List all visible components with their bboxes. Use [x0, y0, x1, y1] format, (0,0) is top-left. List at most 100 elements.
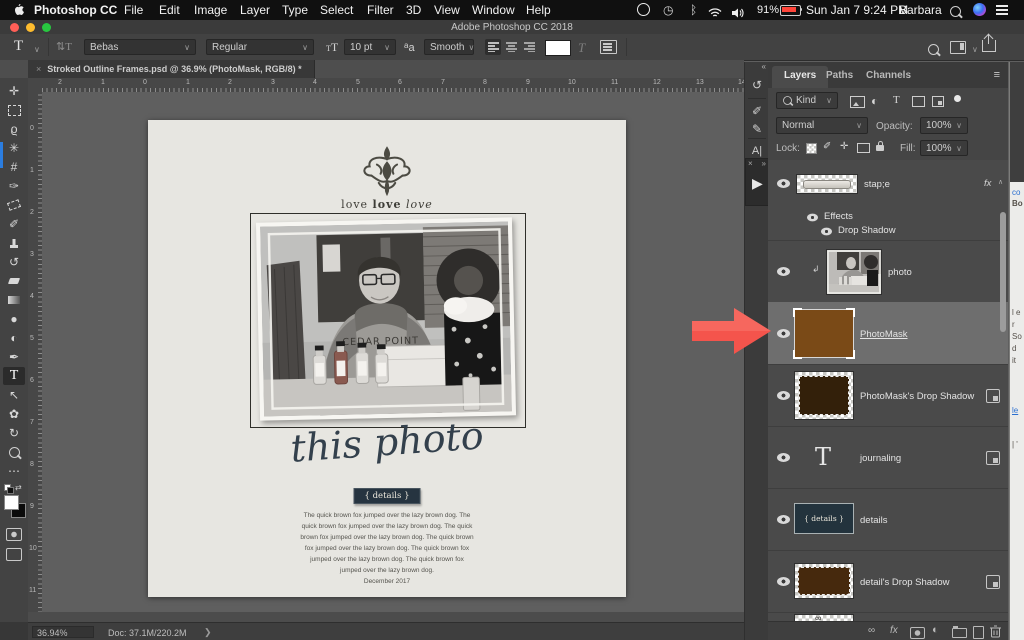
brush-settings-panel-icon[interactable]: ✐	[747, 102, 767, 120]
anti-alias-select[interactable]: Smooth∨	[424, 39, 474, 55]
gradient-tool[interactable]	[3, 291, 25, 309]
type-tool[interactable]: T	[3, 367, 25, 385]
menu-user[interactable]: Barbara	[899, 3, 942, 17]
close-tab-icon[interactable]: ×	[36, 64, 41, 74]
menu-image[interactable]: Image	[194, 3, 227, 17]
visibility-eye-icon[interactable]	[777, 453, 790, 462]
eraser-tool[interactable]	[3, 272, 25, 290]
time-machine-icon[interactable]: ◷	[663, 4, 673, 16]
crop-tool[interactable]: #	[3, 158, 25, 176]
default-colors-icon[interactable]	[4, 484, 12, 492]
path-selection-tool[interactable]: ↖	[3, 386, 25, 404]
layer-name[interactable]: details	[860, 515, 887, 526]
delete-layer-icon[interactable]	[990, 625, 1001, 640]
lock-artboard-icon[interactable]	[857, 143, 870, 153]
fill-select[interactable]: 100%∨	[920, 140, 968, 156]
layer-row-journaling[interactable]: T journaling	[768, 426, 1008, 488]
layer-thumbnail[interactable]	[794, 309, 854, 358]
lock-all-icon[interactable]	[876, 145, 884, 151]
expand-panel-icon[interactable]: »	[762, 159, 766, 168]
zoom-level-field[interactable]: 36.94%	[32, 626, 94, 638]
ruler-corner[interactable]	[28, 78, 43, 93]
lock-transparency-icon[interactable]	[806, 143, 817, 154]
quick-mask-icon[interactable]	[6, 528, 22, 541]
menu-filter[interactable]: Filter	[367, 3, 394, 17]
layer-thumbnail[interactable]	[796, 174, 858, 194]
blur-tool[interactable]: ●	[3, 310, 25, 328]
scrapbook-page[interactable]: love love love	[148, 120, 626, 597]
marquee-tool[interactable]	[3, 101, 25, 119]
screen-mode-icon[interactable]	[6, 548, 22, 561]
menu-view[interactable]: View	[434, 3, 460, 17]
siri-icon[interactable]	[973, 3, 986, 16]
clone-stamp-tool[interactable]	[3, 234, 25, 252]
visibility-eye-icon[interactable]	[777, 267, 790, 276]
panel-menu-icon[interactable]: ≡	[994, 69, 1000, 81]
layer-row-partial[interactable]: ∞	[768, 612, 1008, 621]
drop-shadow-label[interactable]: Drop Shadow	[838, 225, 896, 236]
menu-3d[interactable]: 3D	[406, 3, 421, 17]
layer-style-badge-icon[interactable]	[986, 451, 1000, 465]
adjustment-layer-icon[interactable]: ◐	[932, 624, 939, 636]
type-tool-options-icon[interactable]: T	[14, 38, 23, 55]
menu-file[interactable]: File	[124, 3, 143, 17]
add-mask-icon[interactable]	[910, 627, 925, 639]
share-icon[interactable]	[982, 40, 996, 52]
visibility-eye-icon[interactable]	[777, 391, 790, 400]
fx-indicator[interactable]: fx	[984, 178, 991, 189]
font-style-select[interactable]: Regular∨	[206, 39, 314, 55]
creative-cloud-icon[interactable]	[637, 3, 650, 16]
notification-center-icon[interactable]	[996, 5, 1008, 7]
visibility-eye-icon[interactable]	[777, 329, 790, 338]
text-orientation-icon[interactable]: ⇅T	[56, 40, 72, 53]
blend-mode-select[interactable]: Normal∨	[776, 117, 868, 134]
pen-tool[interactable]: ✒	[3, 348, 25, 366]
opacity-select[interactable]: 100%∨	[920, 117, 968, 134]
type-layer-thumbnail[interactable]: T	[794, 433, 852, 480]
visibility-eye-icon[interactable]	[777, 515, 790, 524]
filter-pixel-layers-icon[interactable]	[850, 96, 865, 108]
tool-presets-panel-icon[interactable]: ✎	[747, 120, 767, 138]
healing-brush-tool[interactable]	[3, 196, 25, 214]
tab-layers[interactable]: Layers	[772, 66, 828, 88]
align-left-button[interactable]	[485, 39, 501, 55]
workspace-switcher-icon[interactable]	[950, 41, 966, 54]
custom-shape-tool[interactable]: ✿	[3, 405, 25, 423]
layer-row-details[interactable]: { details } details	[768, 488, 1008, 550]
align-center-button[interactable]	[503, 39, 519, 55]
visibility-eye-icon[interactable]	[777, 179, 790, 188]
warp-text-icon[interactable]: T	[578, 40, 585, 56]
chevron-down-icon[interactable]: ∨	[972, 45, 978, 54]
menu-app-name[interactable]: Photoshop CC	[34, 3, 117, 17]
document-tab[interactable]: × Stroked Outline Frames.psd @ 36.9% (Ph…	[28, 60, 315, 78]
layer-name[interactable]: PhotoMask's Drop Shadow	[860, 391, 974, 402]
menu-select[interactable]: Select	[320, 3, 353, 17]
brush-tool[interactable]: ✐	[3, 215, 25, 233]
filter-pin-icon[interactable]	[954, 95, 961, 102]
menu-layer[interactable]: Layer	[240, 3, 270, 17]
layer-name[interactable]: detail's Drop Shadow	[860, 577, 949, 588]
search-icon[interactable]	[928, 42, 939, 60]
dodge-tool[interactable]: ◐	[3, 329, 25, 347]
link-layers-icon[interactable]: ∞	[868, 625, 875, 636]
layer-thumbnail[interactable]: ∞	[794, 614, 854, 621]
play-action-icon[interactable]: ▶	[752, 175, 763, 192]
foreground-color-swatch[interactable]	[4, 495, 19, 510]
menu-window[interactable]: Window	[472, 3, 515, 17]
tab-channels[interactable]: Channels	[866, 70, 911, 81]
lock-pixels-icon[interactable]: ✐	[823, 142, 831, 152]
layers-scrollbar[interactable]	[1000, 212, 1006, 332]
collapse-fx-chevron-icon[interactable]: ∧	[998, 178, 1003, 186]
layer-style-fx-icon[interactable]: fx	[890, 625, 898, 636]
status-chevron-icon[interactable]: ❯	[204, 627, 212, 638]
layer-name[interactable]: journaling	[860, 453, 901, 464]
layer-name[interactable]: PhotoMask	[860, 329, 908, 340]
drop-shadow-eye-icon[interactable]	[821, 228, 832, 236]
eyedropper-tool[interactable]: ✑	[3, 177, 25, 195]
filter-shape-layers-icon[interactable]	[912, 96, 925, 107]
bluetooth-icon[interactable]: ᛒ	[690, 4, 697, 16]
layer-style-badge-icon[interactable]	[986, 389, 1000, 403]
font-size-select[interactable]: 10 pt∨	[344, 39, 396, 55]
text-color-swatch[interactable]	[545, 40, 571, 56]
menu-type[interactable]: Type	[282, 3, 308, 17]
